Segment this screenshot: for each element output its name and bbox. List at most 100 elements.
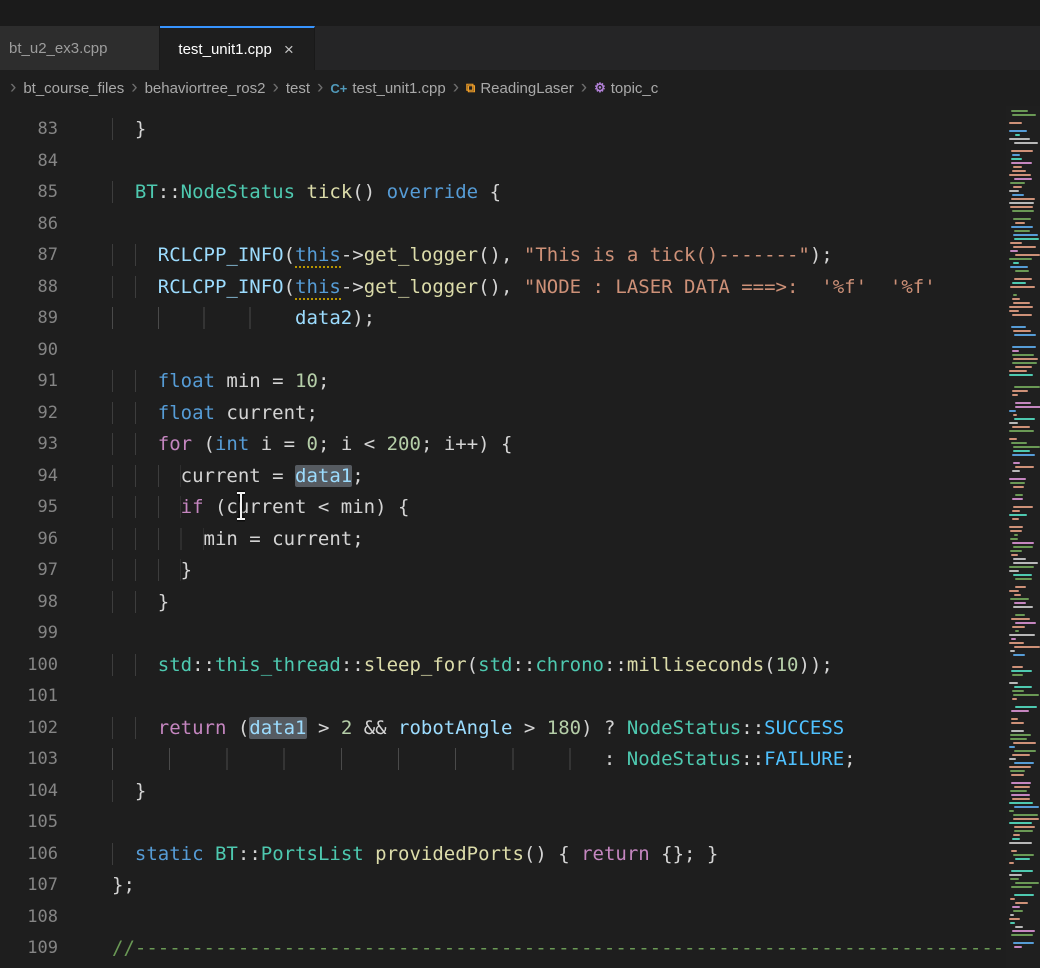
minimap-line — [1011, 722, 1024, 724]
line-number[interactable]: 90 — [0, 335, 58, 367]
code-line[interactable]: 99 — [0, 618, 1040, 650]
code-line[interactable]: 85 BT::NodeStatus tick() override { — [0, 177, 1040, 209]
code-line[interactable]: 94 current = data1; — [0, 461, 1040, 493]
token-function: sleep_for — [364, 654, 467, 676]
line-number[interactable]: 99 — [0, 618, 58, 650]
breadcrumb-item-test-unit1-cpp[interactable]: C+ test_unit1.cpp — [330, 80, 445, 97]
code-line[interactable]: 105 — [0, 807, 1040, 839]
minimap-line — [1014, 894, 1034, 896]
minimap-line — [1013, 742, 1036, 744]
breadcrumb-item-readinglaser[interactable]: ⧉ ReadingLaser — [466, 80, 574, 97]
code-line[interactable]: 107}; — [0, 870, 1040, 902]
minimap-line — [1010, 898, 1015, 900]
code-text: std::this_thread::sleep_for(std::chrono:… — [58, 650, 833, 682]
breadcrumb-item-test[interactable]: test — [286, 80, 310, 97]
token-type: override — [387, 181, 479, 203]
code-line[interactable]: 102 return (data1 > 2 && robotAngle > 18… — [0, 713, 1040, 745]
code-text: }; — [58, 870, 135, 902]
code-line[interactable]: 88 RCLCPP_INFO(this->get_logger(), "NODE… — [0, 272, 1040, 304]
token-plain: } — [135, 780, 146, 802]
code-text: } — [58, 587, 169, 619]
line-number[interactable]: 85 — [0, 177, 58, 209]
line-number[interactable]: 97 — [0, 555, 58, 587]
code-text — [58, 618, 112, 650]
token-string: "This is a tick()-------" — [524, 244, 810, 266]
code-line[interactable]: 91 float min = 10; — [0, 366, 1040, 398]
line-number[interactable]: 95 — [0, 492, 58, 524]
line-number[interactable]: 98 — [0, 587, 58, 619]
minimap-line — [1012, 298, 1020, 300]
minimap-line — [1015, 270, 1029, 272]
code-line[interactable]: 92 float current; — [0, 398, 1040, 430]
line-number[interactable]: 102 — [0, 713, 58, 745]
code-line[interactable]: 96 min = current; — [0, 524, 1040, 556]
token-class: NodeStatus — [181, 181, 295, 203]
minimap-line — [1013, 246, 1036, 248]
code-line[interactable]: 101 — [0, 681, 1040, 713]
breadcrumb-item-bt-course-files[interactable]: bt_course_files — [23, 80, 124, 97]
code-line[interactable]: 93 for (int i = 0; i < 200; i++) { — [0, 429, 1040, 461]
indent-whitespace — [112, 843, 135, 865]
line-number[interactable]: 101 — [0, 681, 58, 713]
line-number[interactable]: 92 — [0, 398, 58, 430]
line-number[interactable]: 96 — [0, 524, 58, 556]
line-number[interactable]: 105 — [0, 807, 58, 839]
code-text: : NodeStatus::FAILURE; — [58, 744, 856, 776]
code-line[interactable]: 103 : NodeStatus::FAILURE; — [0, 744, 1040, 776]
line-number[interactable]: 86 — [0, 209, 58, 241]
line-number[interactable]: 108 — [0, 902, 58, 934]
line-number[interactable]: 94 — [0, 461, 58, 493]
line-number[interactable]: 88 — [0, 272, 58, 304]
minimap-line — [1015, 622, 1036, 624]
code-line[interactable]: 100 std::this_thread::sleep_for(std::chr… — [0, 650, 1040, 682]
line-number[interactable]: 87 — [0, 240, 58, 272]
tab-test-unit1-cpp[interactable]: test_unit1.cpp × — [160, 26, 314, 70]
token-plain: -> — [341, 244, 364, 266]
code-line[interactable]: 90 — [0, 335, 1040, 367]
line-number[interactable]: 109 — [0, 933, 58, 965]
code-line[interactable]: 89 data2); — [0, 303, 1040, 335]
minimap[interactable] — [1006, 106, 1040, 968]
breadcrumb-item-behaviortree-ros2[interactable]: behaviortree_ros2 — [145, 80, 266, 97]
code-line[interactable]: 104 } — [0, 776, 1040, 808]
minimap-line — [1012, 194, 1024, 196]
token-plain: ) ? — [581, 717, 627, 739]
code-line[interactable]: 95 if (current < min) { — [0, 492, 1040, 524]
code-line[interactable]: 97 } — [0, 555, 1040, 587]
line-number[interactable]: 104 — [0, 776, 58, 808]
line-number[interactable]: 84 — [0, 146, 58, 178]
minimap-line — [1011, 850, 1017, 852]
minimap-line — [1009, 758, 1016, 760]
code-line[interactable]: 87 RCLCPP_INFO(this->get_logger(), "This… — [0, 240, 1040, 272]
close-icon[interactable]: × — [282, 41, 296, 58]
code-line[interactable]: 108 — [0, 902, 1040, 934]
line-number[interactable]: 107 — [0, 870, 58, 902]
minimap-line — [1012, 510, 1020, 512]
token-variable: RCLCPP_INFO — [158, 244, 284, 266]
tab-bt-u2-ex3-cpp[interactable]: bt_u2_ex3.cpp — [0, 26, 160, 70]
token-plain: i = — [249, 433, 306, 455]
line-number[interactable]: 103 — [0, 744, 58, 776]
line-number[interactable]: 83 — [0, 114, 58, 146]
code-line[interactable]: 98 } — [0, 587, 1040, 619]
code-line[interactable]: 86 — [0, 209, 1040, 241]
code-line[interactable]: 109//-----------------------------------… — [0, 933, 1040, 965]
line-number[interactable]: 100 — [0, 650, 58, 682]
code-line[interactable]: 83 } — [0, 114, 1040, 146]
minimap-line — [1010, 922, 1015, 924]
minimap-line — [1013, 166, 1022, 168]
minimap-line — [1009, 130, 1027, 132]
token-plain: } — [135, 118, 146, 140]
token-function: milliseconds — [627, 654, 764, 676]
token-plain: {}; } — [650, 843, 719, 865]
breadcrumb-item-topic[interactable]: ⚙ topic_c — [594, 80, 658, 97]
code-area: 83 }8485 BT::NodeStatus tick() override … — [0, 114, 1040, 965]
code-line[interactable]: 106 static BT::PortsList providedPorts()… — [0, 839, 1040, 871]
minimap-line — [1012, 350, 1019, 352]
line-number[interactable]: 91 — [0, 366, 58, 398]
line-number[interactable]: 89 — [0, 303, 58, 335]
line-number[interactable]: 93 — [0, 429, 58, 461]
code-line[interactable]: 84 — [0, 146, 1040, 178]
line-number[interactable]: 106 — [0, 839, 58, 871]
minimap-line — [1013, 854, 1034, 856]
